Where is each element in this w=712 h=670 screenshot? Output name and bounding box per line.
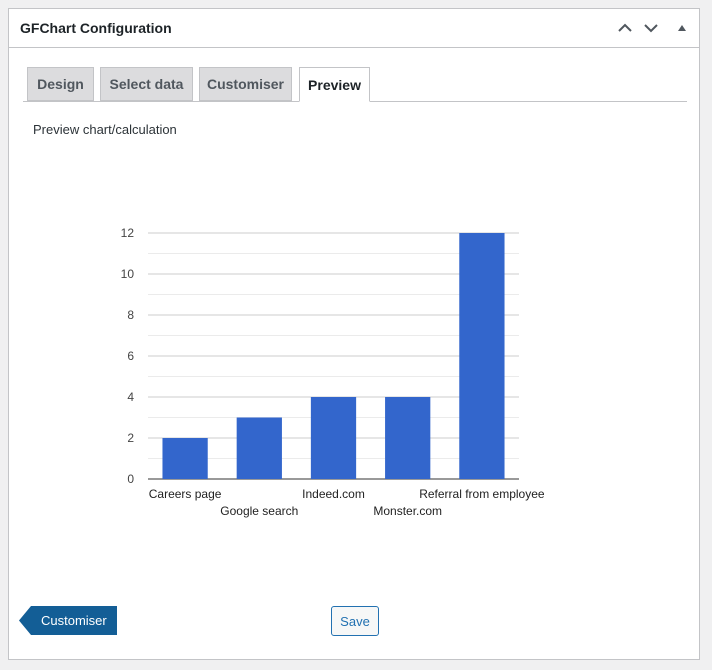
gfchart-config-panel: GFChart Configuration Design Select data… (8, 8, 700, 660)
back-button-label: Customiser (41, 613, 107, 628)
y-tick-label: 6 (127, 349, 134, 363)
x-category-label: Monster.com (373, 504, 442, 518)
back-to-customiser-button[interactable]: Customiser (19, 606, 117, 635)
y-tick-label: 2 (127, 431, 134, 445)
bar-careers-page (162, 438, 208, 479)
x-category-label: Indeed.com (302, 487, 365, 501)
y-tick-label: 12 (121, 226, 135, 240)
y-tick-label: 10 (121, 267, 135, 281)
bar-google-search (236, 417, 282, 479)
save-button[interactable]: Save (331, 606, 379, 636)
x-category-label: Google search (220, 504, 298, 518)
bar-referral-from-employee (459, 233, 505, 479)
bar-chart: 0 2 4 6 8 10 12 Careers page Google search Indeed… (121, 226, 545, 518)
y-tick-label: 8 (127, 308, 134, 322)
x-category-label: Referral from employee (419, 487, 545, 501)
x-category-label: Careers page (149, 487, 222, 501)
y-tick-label: 4 (127, 390, 134, 404)
y-tick-label: 0 (127, 472, 134, 486)
bar-indeed-com (310, 397, 357, 479)
bar-monster-com (385, 397, 431, 479)
